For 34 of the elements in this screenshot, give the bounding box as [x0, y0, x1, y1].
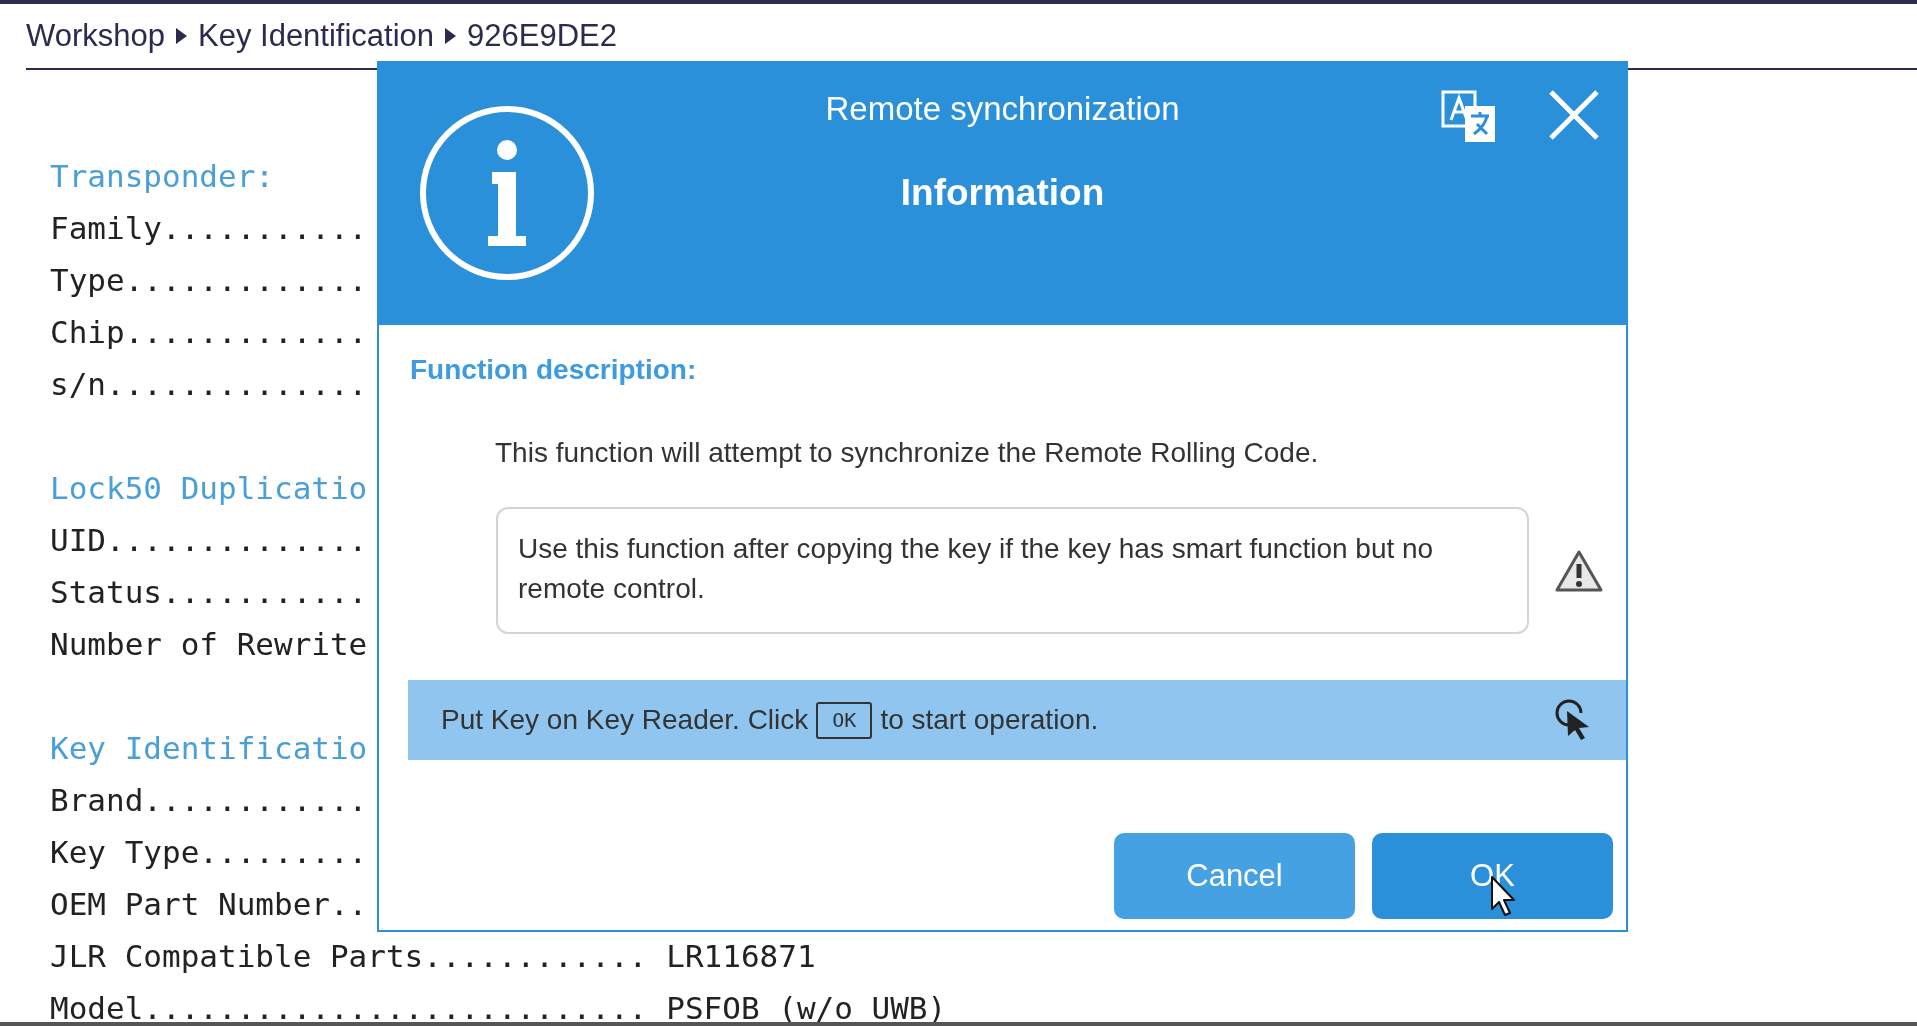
section-heading: Transponder: [50, 157, 274, 196]
field-label: Number of Rewrite [50, 625, 368, 664]
note-box: Use this function after copying the key if the key has smart function but no remote control. [496, 507, 1529, 634]
field-label: Chip............. [50, 313, 368, 352]
field-label: s/n.............. [50, 365, 368, 404]
field-label: Model........................... [50, 989, 648, 1026]
translate-icon[interactable] [1441, 88, 1497, 144]
warning-icon [1554, 548, 1604, 593]
dialog-subtitle: Information [900, 171, 1105, 215]
caret-right-icon [175, 27, 188, 45]
info-icon [418, 104, 596, 282]
field-label: Type............. [50, 261, 368, 300]
field-label: Status........... [50, 573, 368, 612]
field-label: Family........... [50, 209, 368, 248]
field-label: JLR Compatible Parts............ [50, 937, 648, 976]
instruction-text: Put Key on Key Reader. Click [441, 703, 809, 737]
field-label: OEM Part Number.. [50, 885, 368, 924]
description-text: This function will attempt to synchronize the Remote Rolling Code. [494, 436, 1320, 470]
dialog-title: Remote synchronization [825, 89, 1180, 129]
instruction-text: to start operation. [880, 703, 1099, 737]
breadcrumb-link[interactable]: 926E9DE2 [467, 12, 618, 60]
caret-right-icon [444, 27, 458, 45]
breadcrumb-link[interactable]: Workshop [26, 12, 165, 60]
section-heading: Function description: [409, 353, 698, 387]
field-label: Key Type......... [50, 833, 368, 872]
field-value: LR116871 [666, 937, 816, 976]
section-heading: Lock50 Duplicatio [50, 469, 368, 508]
section-heading: Key Identificatio [50, 729, 368, 768]
close-icon[interactable] [1547, 88, 1601, 142]
field-value: PSFOB (w/o UWB) [666, 989, 947, 1026]
field-label: Brand............ [50, 781, 368, 820]
key-label: OK [816, 701, 873, 739]
field-label: UID.............. [50, 521, 368, 560]
breadcrumb-link[interactable]: Key Identification [198, 12, 435, 60]
